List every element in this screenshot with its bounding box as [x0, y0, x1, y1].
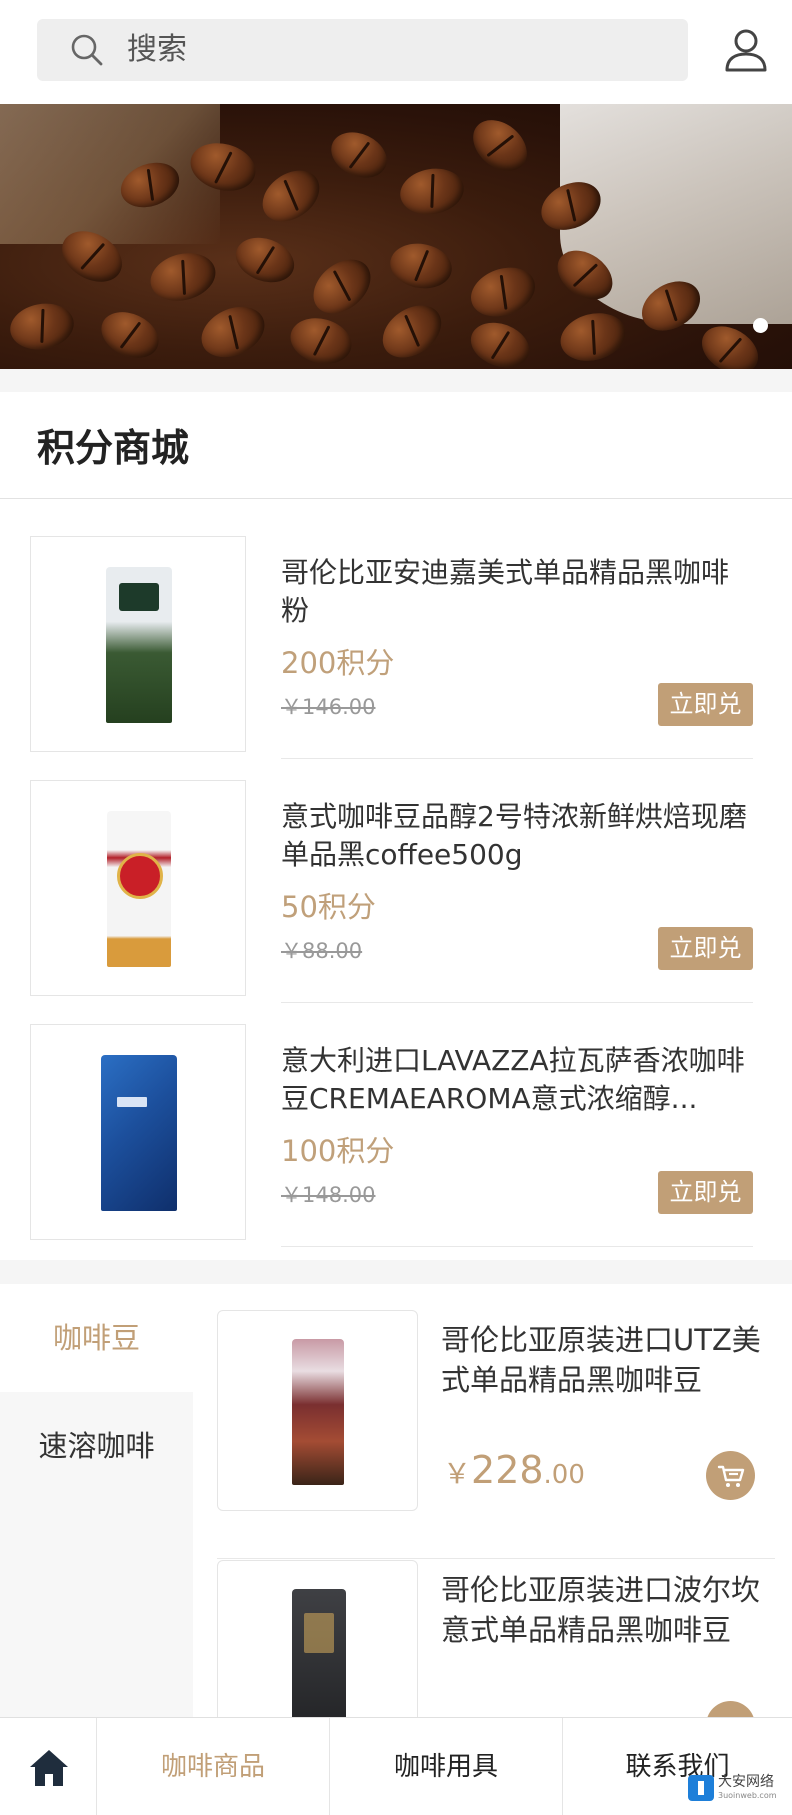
watermark-icon — [688, 1775, 714, 1801]
watermark-subtext: 3uoinweb.com — [718, 1791, 777, 1800]
nav-home[interactable] — [0, 1718, 97, 1815]
bottom-nav: 咖啡商品 咖啡用具 联系我们 — [0, 1717, 792, 1815]
divider — [217, 1558, 775, 1559]
goods-item[interactable]: 哥伦比亚原装进口波尔坎意式单品精品黑咖啡豆 — [217, 1560, 775, 1717]
product-points: 200积分 — [281, 646, 395, 680]
points-item[interactable]: 意大利进口LAVAZZA拉瓦萨香浓咖啡豆CREMAEAROMA意式浓缩醇... … — [0, 1024, 792, 1267]
original-price: ￥88.00 — [281, 939, 363, 963]
divider — [0, 498, 792, 499]
banner-background — [0, 104, 220, 244]
nav-tab-coffee-tools[interactable]: 咖啡用具 — [330, 1718, 563, 1815]
product-points: 50积分 — [281, 890, 376, 924]
product-points: 100积分 — [281, 1134, 395, 1168]
points-mall-section: 积分商城 哥伦比亚安迪嘉美式单品精品黑咖啡粉 200积分 ￥146.00 立即兑… — [0, 392, 792, 1260]
divider — [281, 1246, 753, 1247]
add-to-cart-button[interactable] — [706, 1701, 755, 1717]
product-image[interactable] — [30, 536, 246, 752]
product-image[interactable] — [30, 1024, 246, 1240]
category-coffee-beans[interactable]: 咖啡豆 — [0, 1284, 193, 1392]
product-name: 哥伦比亚安迪嘉美式单品精品黑咖啡粉 — [281, 556, 730, 627]
nav-tab-coffee-products[interactable]: 咖啡商品 — [97, 1718, 330, 1815]
divider — [281, 758, 753, 759]
category-goods-section: 咖啡豆 速溶咖啡 哥伦比亚原装进口UTZ美式单品精品黑咖啡豆 ￥228.00 哥… — [0, 1284, 792, 1717]
add-to-cart-button[interactable] — [706, 1451, 755, 1500]
cart-icon — [717, 1465, 745, 1487]
goods-item[interactable]: 哥伦比亚原装进口UTZ美式单品精品黑咖啡豆 ￥228.00 — [217, 1310, 775, 1560]
section-title: 积分商城 — [37, 426, 190, 470]
banner-indicator-dot[interactable] — [753, 318, 768, 333]
watermark-text: 大安网络 — [718, 1774, 774, 1790]
search-input[interactable]: 搜索 — [37, 19, 688, 81]
home-icon — [30, 1750, 68, 1786]
banner-image[interactable] — [0, 104, 792, 369]
category-sidebar: 咖啡豆 速溶咖啡 — [0, 1284, 193, 1717]
category-instant-coffee[interactable]: 速溶咖啡 — [0, 1392, 193, 1500]
product-name: 哥伦比亚原装进口波尔坎意式单品精品黑咖啡豆 — [441, 1573, 761, 1647]
product-image[interactable] — [217, 1560, 418, 1717]
product-name: 哥伦比亚原装进口UTZ美式单品精品黑咖啡豆 — [441, 1323, 761, 1397]
user-icon[interactable] — [722, 26, 770, 74]
product-name: 意式咖啡豆品醇2号特浓新鲜烘焙现磨单品黑coffee500g — [281, 800, 747, 871]
redeem-button[interactable]: 立即兑 — [658, 683, 753, 726]
header: 搜索 — [0, 0, 792, 104]
product-name: 意大利进口LAVAZZA拉瓦萨香浓咖啡豆CREMAEAROMA意式浓缩醇... — [281, 1044, 745, 1115]
divider — [281, 1002, 753, 1003]
redeem-button[interactable]: 立即兑 — [658, 1171, 753, 1214]
watermark-logo: 大安网络 3uoinweb.com — [688, 1773, 788, 1805]
original-price: ￥146.00 — [281, 695, 376, 719]
search-icon — [71, 34, 103, 66]
product-image[interactable] — [217, 1310, 418, 1511]
product-image[interactable] — [30, 780, 246, 996]
redeem-button[interactable]: 立即兑 — [658, 927, 753, 970]
points-item[interactable]: 哥伦比亚安迪嘉美式单品精品黑咖啡粉 200积分 ￥146.00 立即兑 — [0, 536, 792, 779]
points-item[interactable]: 意式咖啡豆品醇2号特浓新鲜烘焙现磨单品黑coffee500g 50积分 ￥88.… — [0, 780, 792, 1023]
search-placeholder: 搜索 — [127, 32, 187, 67]
original-price: ￥148.00 — [281, 1183, 376, 1207]
product-price: ￥228.00 — [443, 1448, 585, 1492]
